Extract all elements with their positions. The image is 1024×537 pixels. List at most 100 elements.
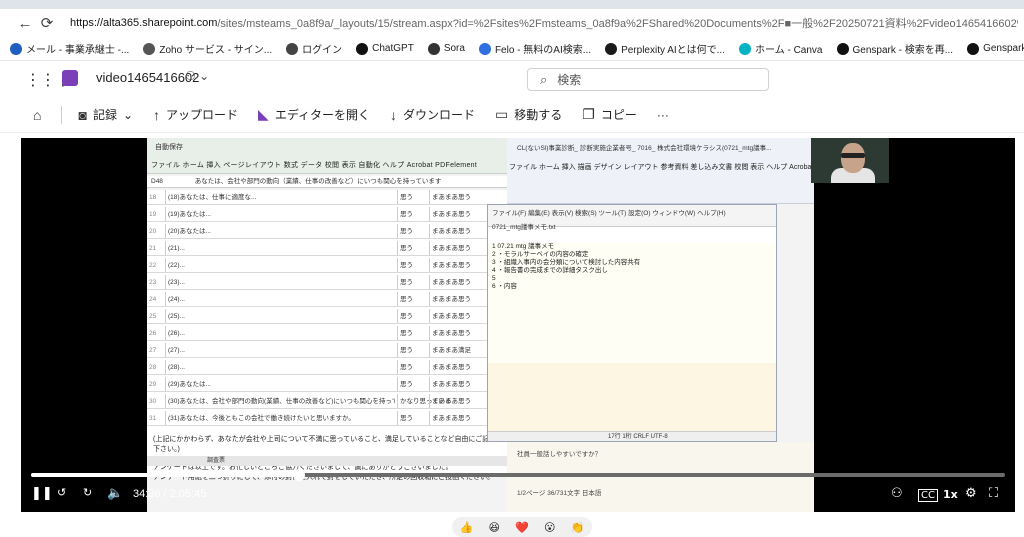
editor-line: 2 ・モラルサーベイの内容の確定 xyxy=(492,251,589,258)
table-cell: 思う xyxy=(397,411,427,425)
fullscreen-icon[interactable]: ⛶ xyxy=(989,486,998,501)
page-title: video1465416602 xyxy=(96,70,200,85)
search-box[interactable]: ⌕ 検索 xyxy=(527,68,769,91)
captions-icon[interactable]: CC xyxy=(918,489,938,502)
editor-icon: ◣ xyxy=(258,106,269,122)
home-icon: ⌂ xyxy=(33,106,42,123)
folder-move-icon: ▭ xyxy=(495,106,509,122)
reaction-icon[interactable]: 😮 xyxy=(544,521,555,534)
back-icon[interactable]: ← xyxy=(14,12,36,34)
bookmark-item[interactable]: Felo - 無料のAI検索... xyxy=(478,41,592,56)
bookmark-item[interactable]: ChatGPT xyxy=(356,42,414,55)
table-row: 20 (20)あなたは... 思う まあまあ思う xyxy=(147,224,505,239)
more-button[interactable]: ··· xyxy=(657,108,669,122)
download-button[interactable]: ↓ ダウンロード xyxy=(390,106,475,123)
table-cell: まあまあ思う xyxy=(429,411,471,425)
move-label: 移動する xyxy=(514,108,563,122)
table-row: 26 (26)... 思う まあまあ思う xyxy=(147,326,505,341)
table-cell: 31 xyxy=(149,415,157,422)
word-title: CL(ないSl)事業診断_ 診断実施企業者号_ 7016_ 株式会社環境ケラシス… xyxy=(517,145,772,152)
captions-settings-icon[interactable]: ⚇ xyxy=(891,486,903,501)
settings-gear-icon[interactable]: ⚙ xyxy=(965,486,977,501)
bookmark-favicon-icon xyxy=(967,42,980,55)
table-cell: 28 xyxy=(149,364,157,371)
bookmark-item[interactable]: Perplexity AIとは何で... xyxy=(605,41,725,56)
table-cell: まあまあ思う xyxy=(429,292,471,306)
table-cell: 23 xyxy=(149,279,157,286)
table-cell: 思う xyxy=(397,326,427,340)
editor-line: 1 07.21 mtg 議事メモ xyxy=(492,243,555,250)
table-cell: まあまあ思う xyxy=(429,377,471,391)
table-cell: (27)... xyxy=(165,343,395,357)
browser-tab-strip[interactable] xyxy=(0,0,1024,9)
table-cell: まあまあ思う xyxy=(429,394,471,408)
bookmark-item[interactable]: ホーム - Canva xyxy=(739,41,823,56)
move-button[interactable]: ▭ 移動する xyxy=(495,106,562,123)
bookmark-label: ログイン xyxy=(302,45,343,56)
people-chevron-icon[interactable]: ⚇ ⌄ xyxy=(185,69,209,83)
rewind-10-icon[interactable]: ↺ xyxy=(57,486,66,499)
editor-line: 3 ・組織入事内の会分類について検討した内容共有 xyxy=(492,259,641,266)
volume-icon[interactable]: 🔈 xyxy=(107,486,123,501)
text-editor-window: ファイル(F) 編集(E) 表示(V) 検索(S) ツール(T) 設定(O) ウ… xyxy=(487,204,777,442)
bookmark-label: Perplexity AIとは何で... xyxy=(621,45,725,56)
bookmark-label: Genspark - 検索を再... xyxy=(852,45,954,56)
table-cell: かなり思っている xyxy=(397,394,452,408)
editor-menubar: ファイル(F) 編集(E) 表示(V) 検索(S) ツール(T) 設定(O) ウ… xyxy=(488,205,776,231)
editor-file-name: 0721_mtg議事メモ.txt xyxy=(492,224,556,231)
cell-reference: D48 xyxy=(151,178,163,185)
table-cell: (30)あなたは、会社や部門の動向(業績、仕事の改善など)にいつも関心を持ってい… xyxy=(165,394,395,408)
bookmark-item[interactable]: ログイン xyxy=(286,41,342,56)
table-cell: 20 xyxy=(149,228,157,235)
bookmark-label: ホーム - Canva xyxy=(755,45,823,56)
sheet-tabs: 調査票 xyxy=(147,456,507,466)
seek-bar-handle[interactable] xyxy=(292,469,305,481)
table-cell: 29 xyxy=(149,381,157,388)
chevron-down-icon: ⌄ xyxy=(122,107,134,122)
forward-10-icon[interactable]: ↻ xyxy=(83,486,92,499)
table-cell: 24 xyxy=(149,296,157,303)
table-cell: (20)あなたは... xyxy=(165,224,395,238)
open-editor-button[interactable]: ◣ エディターを開く xyxy=(258,106,370,123)
table-cell: 思う xyxy=(397,190,427,204)
table-cell: 思う xyxy=(397,224,427,238)
reaction-icon[interactable]: 👍 xyxy=(460,521,474,534)
editor-line: 4 ・報告書の完成までの詳細タスク出し xyxy=(492,267,608,274)
bookmark-item[interactable]: Genspark Agents xyxy=(967,42,1024,55)
reaction-icon[interactable]: 😆 xyxy=(488,521,499,534)
table-cell: (31)あなたは、今後ともこの会社で働き続けたいと思いますか。 xyxy=(165,411,395,425)
table-cell: まあまあ思う xyxy=(429,241,471,255)
word-menu: ファイル ホーム 挿入 描画 デザイン レイアウト 参考資料 差し込み文書 校閲… xyxy=(509,164,855,171)
reaction-icon[interactable]: 👏 xyxy=(571,521,585,534)
seek-bar[interactable] xyxy=(31,469,1005,481)
player-controls: ❚❚ ↺ ↻ 🔈 34:36 / 2:05:45 ⚇ CC 1x ⚙ ⛶ xyxy=(21,483,1015,507)
search-placeholder: 検索 xyxy=(557,73,582,87)
pause-icon[interactable]: ❚❚ xyxy=(31,486,53,501)
table-cell: 18 xyxy=(149,194,157,201)
reload-icon[interactable]: ⟳ xyxy=(36,12,58,34)
page-edge xyxy=(1015,138,1024,512)
copy-button[interactable]: ❐ コピー xyxy=(582,106,637,123)
spreadsheet-grid: 18 (18)あなたは、仕事に適度な... 思う まあまあ思う 19 (19)あなたは..… xyxy=(147,190,507,455)
editor-lower-pane xyxy=(488,363,776,433)
editor-line: 6 ・内容 xyxy=(492,283,517,290)
bookmark-label: メール - 事業承継士 -... xyxy=(26,45,130,56)
bookmark-item[interactable]: Genspark - 検索を再... xyxy=(836,41,954,56)
bookmark-item[interactable]: メール - 事業承継士 -... xyxy=(10,41,129,56)
command-toolbar: ⌂ ◙ 記録 ⌄ ↑ アップロード ◣ エディターを開く ↓ ダウンロード ▭ 移動する ❐… xyxy=(0,97,1024,133)
bookmark-favicon-icon xyxy=(356,42,369,55)
home-button[interactable]: ⌂ xyxy=(33,107,41,123)
bookmark-item[interactable]: Sora xyxy=(427,42,465,55)
formula-text: あなたは、会社や部門の動向（業績、仕事の改善など）にいつも関心を持っています xyxy=(194,178,442,185)
speed-button[interactable]: 1x xyxy=(943,488,958,501)
url-field[interactable]: https://alta365.sharepoint.com/sites/mst… xyxy=(70,12,1018,34)
table-cell: (26)... xyxy=(165,326,395,340)
bookmark-label: Felo - 無料のAI検索... xyxy=(494,45,592,56)
upload-button[interactable]: ↑ アップロード xyxy=(153,106,238,123)
reaction-icon[interactable]: ❤️ xyxy=(515,521,529,534)
video-player[interactable]: 自動保存 ファイル ホーム 挿入 ページレイアウト 数式 データ 校閲 表示 自… xyxy=(21,138,1015,512)
word-ribbon: CL(ないSl)事業診断_ 診断実施企業者号_ 7016_ 株式会社環境ケラシス… xyxy=(507,138,854,204)
bookmark-item[interactable]: Zoho サービス - サイン... xyxy=(143,41,272,56)
upload-icon: ↑ xyxy=(153,106,161,123)
record-button[interactable]: ◙ 記録 ⌄ xyxy=(78,106,133,123)
